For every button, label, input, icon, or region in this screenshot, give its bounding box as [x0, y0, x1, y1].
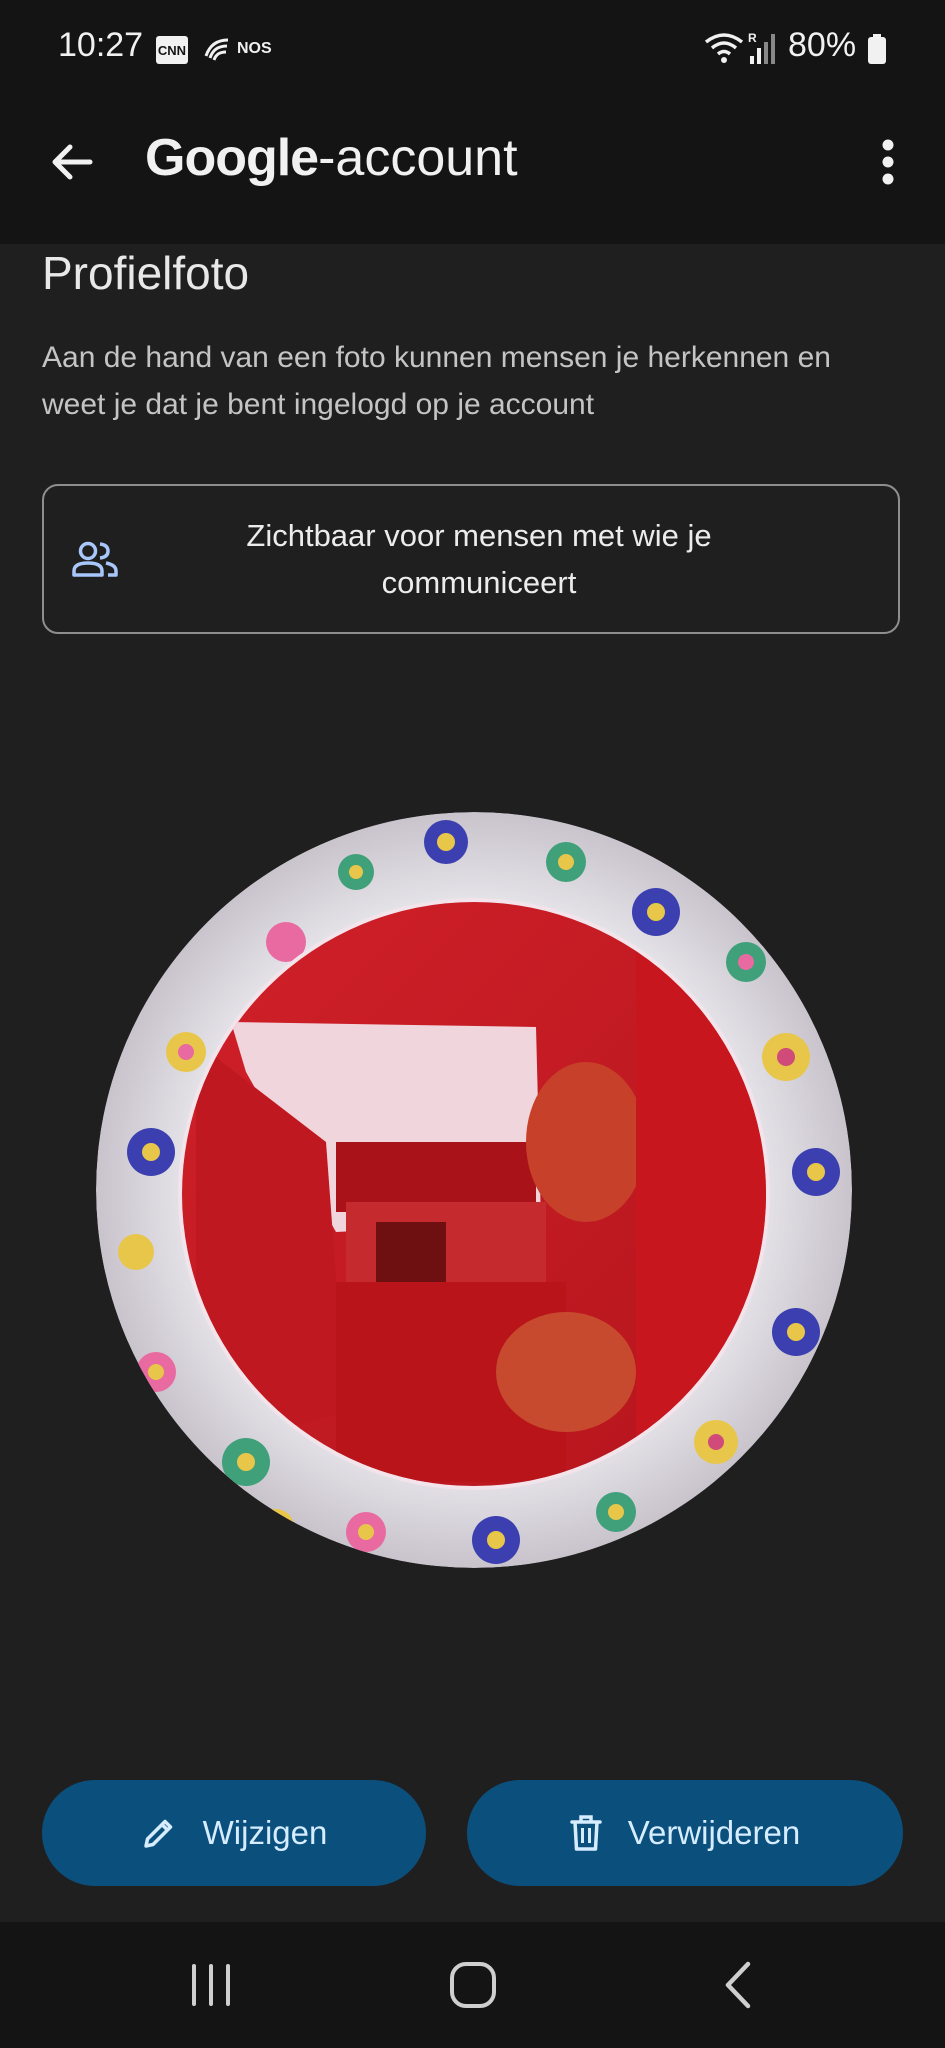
nos-label: NOS — [237, 40, 272, 57]
people-icon — [72, 541, 118, 577]
profile-photo — [96, 812, 852, 1568]
more-vert-icon — [882, 139, 894, 185]
app-title-brand: Google — [145, 129, 319, 187]
status-bar: 10:27 CNN NOS R 80% — [0, 0, 945, 100]
recent-apps-icon[interactable] — [186, 1962, 236, 2008]
page-description: Aan de hand van een foto kunnen mensen j… — [42, 341, 831, 421]
network-label: R — [748, 31, 757, 45]
cnn-notification-icon: CNN — [156, 36, 188, 64]
trash-icon — [570, 1815, 602, 1851]
edit-photo-label: Wijzigen — [202, 1814, 328, 1851]
battery-icon — [868, 34, 886, 64]
pencil-icon — [143, 1819, 172, 1848]
system-nav-bar — [0, 1922, 945, 2048]
delete-photo-label: Verwijderen — [627, 1814, 801, 1851]
delete-photo-button[interactable]: Verwijderen — [467, 1780, 903, 1886]
back-button[interactable] — [40, 130, 104, 194]
edit-photo-button[interactable]: Wijzigen — [42, 1780, 426, 1886]
app-bar: Google-account — [0, 100, 945, 244]
page-title: Profielfoto — [42, 247, 250, 299]
more-options-button[interactable] — [870, 130, 906, 194]
visibility-label: Zichtbaar voor mensen met wie je communi… — [246, 518, 712, 600]
home-icon[interactable] — [448, 1960, 498, 2010]
app-title-suffix: -account — [318, 129, 518, 187]
status-time: 10:27 — [58, 26, 144, 64]
visibility-setting-button[interactable]: Zichtbaar voor mensen met wie je communi… — [42, 484, 900, 634]
wifi-icon — [704, 33, 744, 63]
app-title: Google-account — [145, 128, 518, 188]
signal-icon: R — [748, 31, 775, 64]
nav-back-icon[interactable] — [720, 1960, 756, 2010]
nos-notification-icon — [204, 38, 229, 61]
arrow-back-icon — [52, 144, 93, 180]
battery-percent: 80% — [788, 26, 857, 64]
